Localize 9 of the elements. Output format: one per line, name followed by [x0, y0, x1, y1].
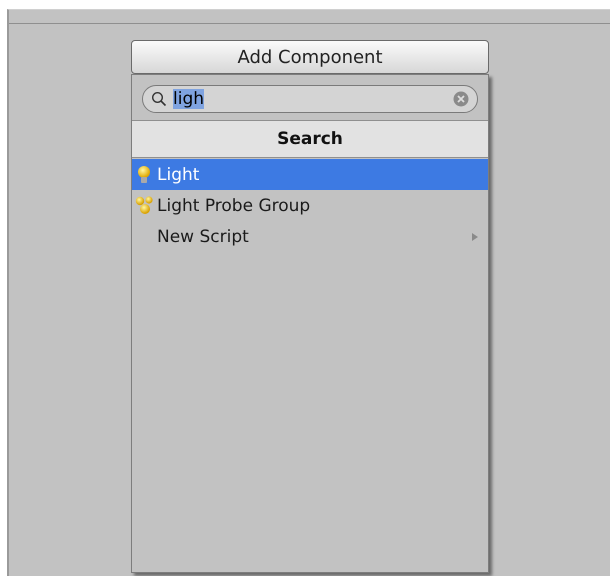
search-icon — [151, 91, 167, 107]
menu-item[interactable]: Light — [132, 159, 488, 190]
menu-item[interactable]: Light Probe Group — [132, 190, 488, 221]
clear-icon[interactable] — [453, 91, 469, 107]
menu-item[interactable]: New Script — [132, 221, 488, 252]
add-component-button[interactable]: Add Component — [131, 40, 489, 74]
search-field[interactable]: ligh — [142, 85, 478, 113]
header-title: Search — [132, 120, 488, 158]
light-probes-icon — [135, 196, 154, 215]
